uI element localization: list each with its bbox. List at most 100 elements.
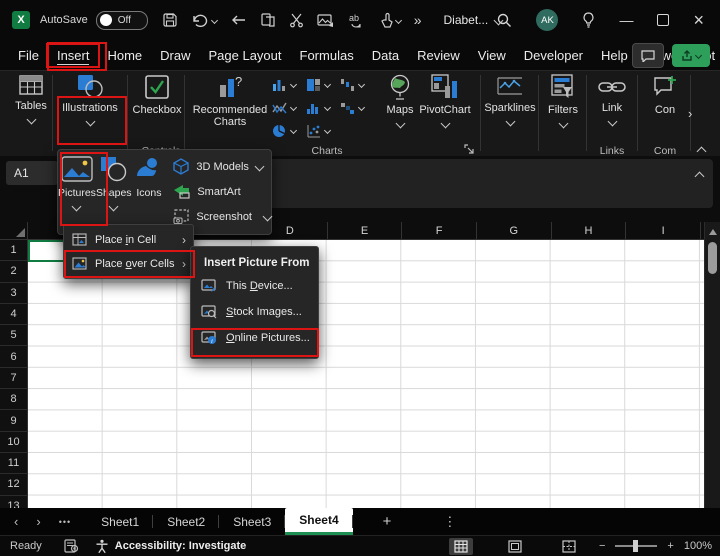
zoom-slider-thumb[interactable] [633,540,639,552]
search-icon[interactable] [496,12,512,28]
maximize-button[interactable] [657,14,670,26]
name-box[interactable]: A1 [6,161,58,185]
zoom-in-button[interactable]: + [667,540,673,552]
ribbon-tab[interactable]: Page Layout [200,45,291,66]
place-in-cell-item[interactable]: Place in Cell › [64,228,193,252]
share-button[interactable] [672,44,710,67]
ribbon-tab[interactable]: Draw [151,45,199,66]
avatar[interactable]: AK [536,9,559,31]
zoom-level[interactable]: 100% [684,540,712,552]
charts-dialog-launcher-icon[interactable] [464,144,474,154]
hierarchy-chart-button[interactable] [306,73,340,96]
worksheet-grid[interactable] [28,240,704,508]
illustrations-button[interactable]: Illustrations [55,74,125,127]
new-sheet-button[interactable]: + [383,513,392,530]
checkbox-button[interactable]: Checkbox [130,74,184,116]
page-layout-view-button[interactable] [503,538,527,555]
column-chart-button[interactable] [272,73,306,96]
vertical-scroll-thumb[interactable] [708,242,717,274]
column-header[interactable]: I [626,222,701,239]
page-break-view-button[interactable] [557,538,581,555]
icons-menu-button[interactable]: Icons [132,150,167,234]
row-header[interactable]: 4 [0,303,28,326]
combo-chart-button[interactable] [340,96,374,119]
column-header[interactable]: G [477,222,552,239]
waterfall-chart-button[interactable] [340,73,374,96]
touch-mode-icon[interactable] [379,12,402,28]
all-sheets-icon[interactable]: ••• [59,517,71,527]
comments-button[interactable] [632,43,664,68]
cut-icon[interactable] [289,12,304,28]
column-header[interactable]: E [328,222,403,239]
prev-sheet-icon[interactable]: ‹ [14,514,18,529]
this-device-item[interactable]: This Device... [191,273,318,299]
find-replace-icon[interactable]: ab [348,12,366,28]
ribbon-tab[interactable]: View [469,45,515,66]
document-title[interactable]: Diabet... [444,13,504,27]
formula-bar-expand-icon[interactable] [694,171,705,182]
place-over-cells-item[interactable]: Place over Cells › [64,252,193,276]
sheet-tab[interactable]: Sheet2 [153,508,220,535]
next-sheet-icon[interactable]: › [36,514,40,529]
shapes-menu-button[interactable]: Shapes [96,150,132,234]
row-header[interactable]: 12 [0,474,28,496]
3d-models-menu-button[interactable]: 3D Models [170,154,271,179]
ribbon-scroll-right-icon[interactable]: › [688,107,692,120]
lightbulb-icon[interactable] [582,11,595,29]
accessibility-status[interactable]: Accessibility: Investigate [95,539,246,554]
macro-record-icon[interactable] [64,539,79,553]
histogram-chart-button[interactable] [306,96,340,119]
row-header[interactable]: 9 [0,410,28,432]
pie-chart-button[interactable] [272,119,306,142]
filters-button[interactable]: Filters [543,74,583,129]
pictures-menu-button[interactable]: Pictures [58,150,96,234]
row-header[interactable]: 6 [0,346,28,368]
picture-paste-icon[interactable] [317,13,335,28]
row-header[interactable]: 5 [0,325,28,347]
copy-icon[interactable] [260,12,276,28]
stock-images-item[interactable]: Stock Images... [191,299,318,325]
row-header[interactable]: 8 [0,389,28,411]
sheet-tab[interactable]: Sheet3 [219,508,286,535]
close-button[interactable]: × [693,11,704,29]
zoom-out-button[interactable]: − [599,540,605,552]
recommended-charts-button[interactable]: ? Recommended Charts [188,74,272,128]
ribbon-tab[interactable]: Developer [515,45,592,66]
tables-button[interactable]: Tables [10,74,52,125]
pivotchart-button[interactable]: PivotChart [414,74,476,129]
row-header[interactable]: 11 [0,452,28,475]
smartart-menu-button[interactable]: SmartArt [170,179,271,204]
sheet-tab[interactable]: Sheet4 [285,508,354,535]
column-header[interactable]: H [552,222,627,239]
collapse-ribbon-icon[interactable] [696,146,707,157]
ribbon-tab[interactable]: Home [98,45,151,66]
scatter-chart-button[interactable] [306,119,340,142]
vertical-scrollbar[interactable] [704,222,720,508]
back-arrow-icon[interactable] [230,13,247,27]
minimize-button[interactable]: — [619,13,633,27]
normal-view-button[interactable] [448,537,473,555]
zoom-slider[interactable] [615,540,658,552]
column-header[interactable]: F [402,222,477,239]
row-header[interactable]: 2 [0,261,28,283]
sheet-tab[interactable]: Sheet1 [87,508,154,535]
scroll-up-icon[interactable] [709,229,717,235]
row-header[interactable]: 7 [0,367,28,390]
select-all-corner[interactable] [0,222,28,240]
save-icon[interactable] [162,12,178,28]
excel-app-icon[interactable]: X [12,11,30,29]
qat-overflow-icon[interactable]: » [414,13,422,27]
autosave-toggle[interactable]: Off [95,10,148,30]
ribbon-tab[interactable]: Help [592,45,637,66]
undo-icon[interactable] [191,12,218,28]
sparklines-button[interactable]: Sparklines [483,74,537,127]
ribbon-tab[interactable]: Insert [48,45,99,66]
ribbon-tab[interactable]: Formulas [291,45,363,66]
row-header[interactable]: 1 [0,240,28,262]
row-header[interactable]: 10 [0,431,28,453]
sheet-options-icon[interactable]: ⋮ [443,514,456,530]
line-chart-button[interactable] [272,96,306,119]
row-header[interactable]: 3 [0,282,28,304]
row-header[interactable]: 13 [0,495,28,508]
ribbon-tab[interactable]: Review [408,45,469,66]
